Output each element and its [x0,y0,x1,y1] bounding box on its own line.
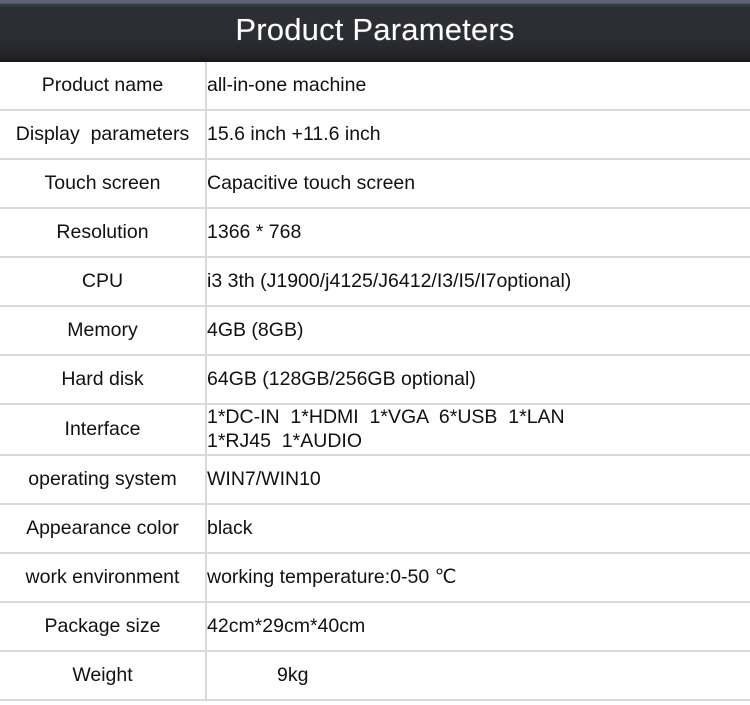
spec-label-operating-system: operating system [0,455,207,505]
spec-value-memory: 4GB (8GB) [206,306,750,356]
spec-label-hard-disk: Hard disk [0,355,207,405]
spec-value-resolution: 1366 * 768 [206,208,750,258]
table-row: Touch screen Capacitive touch screen [0,159,750,209]
spec-label-memory: Memory [0,306,207,356]
spec-value-operating-system: WIN7/WIN10 [206,455,750,505]
spec-value-cpu: i3 3th (J1900/j4125/J6412/I3/I5/I7option… [206,257,750,307]
label-text: Product name [41,73,164,96]
page-title: Product Parameters [235,12,515,47]
table-row: work environment working temperature:0-5… [0,553,750,603]
table-row: Memory 4GB (8GB) [0,306,750,356]
label-text: Appearance color [26,516,179,539]
label-text: Memory [67,318,138,341]
table-row: operating system WIN7/WIN10 [0,455,750,505]
spec-value-interface: 1*DC-IN 1*HDMI 1*VGA 6*USB 1*LAN 1*RJ45 … [206,404,750,456]
label-text: Interface [64,417,141,440]
spec-label-display-parameters: Display parameters [0,110,207,160]
table-row: Display parameters 15.6 inch +11.6 inch [0,110,750,160]
spec-label-weight: Weight [0,651,207,701]
spec-value-display-parameters: 15.6 inch +11.6 inch [206,110,750,160]
table-row: Interface 1*DC-IN 1*HDMI 1*VGA 6*USB 1*L… [0,404,750,456]
spec-label-cpu: CPU [0,257,207,307]
table-row: CPU i3 3th (J1900/j4125/J6412/I3/I5/I7op… [0,257,750,307]
page-header-banner: Product Parameters [0,0,750,62]
label-text: Resolution [56,220,149,243]
table-row: Product name all-in-one machine [0,62,750,111]
spec-value-hard-disk: 64GB (128GB/256GB optional) [206,355,750,405]
spec-label-interface: Interface [0,404,207,456]
spec-label-resolution: Resolution [0,208,207,258]
label-text: Display parameters [15,122,190,145]
spec-label-product-name: Product name [0,62,207,111]
interface-line-2: 1*RJ45 1*AUDIO [207,429,362,452]
spec-value-appearance-color: black [206,504,750,554]
label-text: Hard disk [61,367,144,390]
interface-line-1: 1*DC-IN 1*HDMI 1*VGA 6*USB 1*LAN [207,405,565,428]
spec-value-touch-screen: Capacitive touch screen [206,159,750,209]
table-row: Hard disk 64GB (128GB/256GB optional) [0,355,750,405]
label-text: work environment [25,565,180,588]
product-parameters-page: Product Parameters Product name all-in-o… [0,0,750,705]
label-text: operating system [28,467,177,490]
spec-label-work-environment: work environment [0,553,207,603]
spec-value-package-size: 42cm*29cm*40cm [206,602,750,652]
label-text: Touch screen [44,171,161,194]
specifications-table: Product name all-in-one machine Display … [0,62,750,701]
spec-label-package-size: Package size [0,602,207,652]
label-text: CPU [81,269,124,292]
spec-value-weight: 9kg [206,651,750,701]
spec-label-touch-screen: Touch screen [0,159,207,209]
label-text: Package size [44,614,161,637]
spec-value-product-name: all-in-one machine [206,62,750,111]
table-row: Package size 42cm*29cm*40cm [0,602,750,652]
label-text: Weight [72,663,133,686]
table-row: Weight 9kg [0,651,750,701]
spec-label-appearance-color: Appearance color [0,504,207,554]
table-row: Appearance color black [0,504,750,554]
table-row: Resolution 1366 * 768 [0,208,750,258]
spec-value-work-environment: working temperature:0-50 ℃ [206,553,750,603]
